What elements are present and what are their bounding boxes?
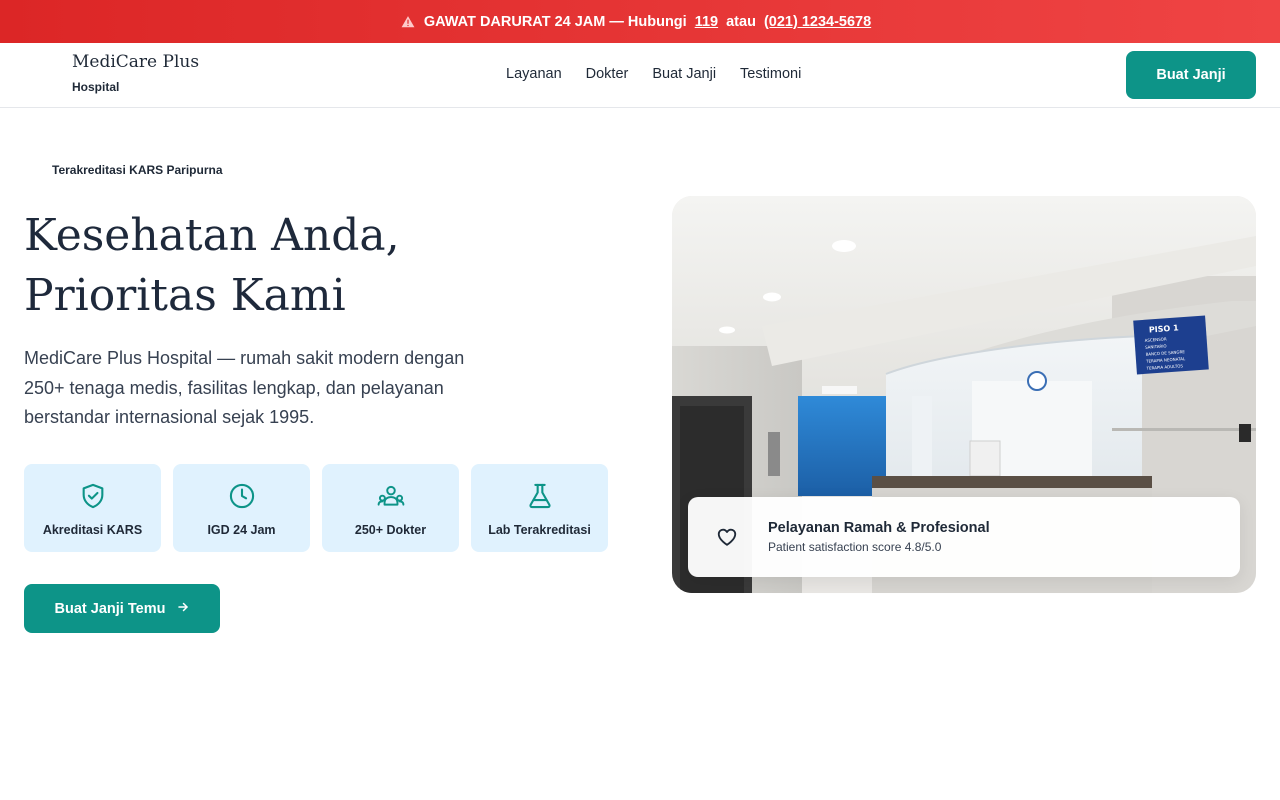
feature-card-accreditation: Akreditasi KARS [24, 464, 161, 552]
emergency-connector: atau [726, 13, 756, 30]
nav-links: Layanan Dokter Buat Janji Testimoni [506, 66, 801, 82]
emergency-text: GAWAT DARURAT 24 JAM — Hubungi [423, 13, 687, 30]
info-card-subtitle: Patient satisfaction score 4.8/5.0 [768, 540, 942, 554]
feature-card-emergency: IGD 24 Jam [173, 464, 310, 552]
arrow-right-icon [177, 601, 189, 617]
feature-label: IGD 24 Jam [207, 523, 276, 537]
accreditation-badge: Terakreditasi KARS Paripurna [52, 163, 223, 177]
feature-card-lab: Lab Terakreditasi [471, 464, 608, 552]
brand-name: MediCare Plus [72, 52, 200, 72]
feature-list: Akreditasi KARS IGD 24 Jam 250+ Dokter L… [24, 464, 608, 552]
feature-label: Lab Terakreditasi [488, 523, 591, 537]
clock-icon [228, 482, 256, 510]
hero-title-line-1: Kesehatan Anda, [24, 210, 400, 261]
hero-appointment-label: Buat Janji Temu [54, 600, 166, 617]
info-card: Pelayanan Ramah & Profesional Patient sa… [688, 497, 1240, 577]
nav-link-buat-janji[interactable]: Buat Janji [652, 66, 716, 82]
floor-sign: PISO 1 ASCENSOR SANITARIO BANCO DE SANGR… [1133, 315, 1209, 375]
feature-card-doctors: 250+ Dokter [322, 464, 459, 552]
brand-logo[interactable]: MediCare Plus Hospital [72, 52, 199, 94]
hero-appointment-button[interactable]: Buat Janji Temu [24, 584, 220, 633]
brand-subtitle: Hospital [72, 80, 120, 94]
flask-icon [526, 482, 554, 510]
hero-title: Kesehatan Anda, Prioritas Kami [24, 206, 624, 326]
hero-description: MediCare Plus Hospital — rumah sakit mod… [24, 348, 465, 427]
nav-link-dokter[interactable]: Dokter [586, 66, 629, 82]
warning-icon [401, 15, 415, 29]
shield-check-icon [79, 482, 107, 510]
navbar: MediCare Plus Hospital Layanan Dokter Bu… [0, 43, 1280, 108]
emergency-phone-long[interactable]: (021) 1234-5678 [764, 14, 871, 30]
feature-label: Akreditasi KARS [42, 523, 143, 537]
users-icon [377, 482, 405, 510]
feature-label: 250+ Dokter [354, 523, 427, 537]
nav-link-layanan[interactable]: Layanan [506, 66, 562, 82]
nav-link-testimoni[interactable]: Testimoni [740, 66, 801, 82]
hero-title-line-2: Prioritas Kami [24, 270, 346, 321]
info-card-title: Pelayanan Ramah & Profesional [768, 520, 990, 536]
emergency-banner: GAWAT DARURAT 24 JAM — Hubungi 119 atau … [0, 0, 1280, 43]
emergency-phone-short[interactable]: 119 [695, 14, 718, 30]
nav-appointment-button[interactable]: Buat Janji [1126, 51, 1256, 99]
heart-icon [716, 526, 738, 548]
